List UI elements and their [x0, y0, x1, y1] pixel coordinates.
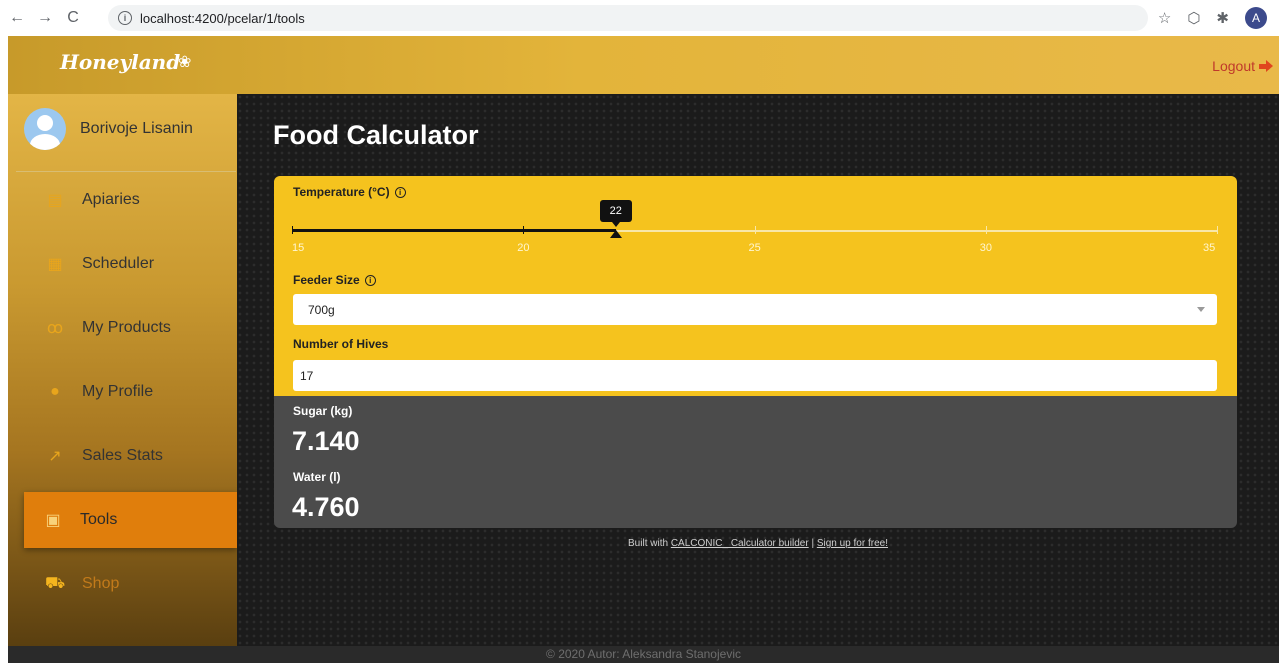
temperature-label: Temperature (°C) i: [293, 185, 406, 199]
feeder-size-label: Feeder Size i: [293, 273, 376, 287]
water-label: Water (l): [293, 470, 341, 484]
logout-icon: [1259, 60, 1273, 72]
slider-tick: [754, 226, 756, 234]
hives-input[interactable]: [293, 360, 1217, 391]
profile-avatar[interactable]: A: [1245, 7, 1267, 29]
info-icon[interactable]: i: [364, 274, 376, 286]
food-calculator: Temperature (°C) i 15 20 25 30 35 22 Fee…: [274, 176, 1237, 528]
slider-thumb[interactable]: [609, 230, 622, 238]
sidebar-item-label: Scheduler: [82, 255, 155, 272]
hive-icon: ▤: [47, 192, 63, 209]
person-icon: ●: [50, 383, 60, 400]
bee-icon: ❀: [178, 54, 192, 71]
sidebar: Borivoje Lisanin ▤ Apiaries ▦ Scheduler …: [8, 94, 237, 646]
slider-tick-label: 20: [517, 242, 530, 254]
hives-label: Number of Hives: [293, 337, 388, 351]
slider-tick: [523, 226, 525, 234]
slider-tick-label: 30: [979, 242, 992, 254]
user-profile: Borivoje Lisanin: [24, 108, 193, 150]
logout-button[interactable]: Logout: [1212, 58, 1273, 74]
reload-button[interactable]: C: [62, 7, 84, 29]
sidebar-item-tools[interactable]: ▣ Tools: [24, 492, 237, 548]
star-icon[interactable]: ☆: [1158, 9, 1171, 27]
extension-icon[interactable]: ⬡: [1187, 9, 1200, 27]
chart-icon: ↗: [48, 448, 62, 465]
credit-separator: |: [811, 538, 815, 549]
sidebar-item-label: My Profile: [82, 383, 154, 400]
sidebar-item-my-products[interactable]: ꝏ My Products: [8, 300, 237, 356]
temperature-label-text: Temperature (°C): [293, 185, 390, 199]
forward-button[interactable]: →: [34, 7, 56, 29]
calconic-link[interactable]: CALCONIC_ Calculator builder: [671, 538, 809, 549]
credit-prefix: Built with: [628, 538, 669, 549]
sidebar-item-label: Tools: [80, 511, 118, 528]
calconic-credit: Built with CALCONIC_ Calculator builder …: [237, 538, 1279, 549]
calculator-inputs: Temperature (°C) i 15 20 25 30 35 22 Fee…: [274, 176, 1237, 396]
sugar-label: Sugar (kg): [293, 404, 353, 418]
products-icon: ꝏ: [46, 320, 64, 337]
footer: © 2020 Autor: Aleksandra Stanojevic: [8, 646, 1279, 663]
slider-tick-label: 35: [1203, 242, 1216, 254]
sidebar-item-my-profile[interactable]: ● My Profile: [8, 364, 237, 420]
chevron-down-icon: [1197, 307, 1205, 312]
feeder-size-value: 700g: [308, 302, 335, 317]
browser-toolbar: ← → C i localhost:4200/pcelar/1/tools ☆ …: [0, 0, 1279, 36]
slider-tick: [1217, 226, 1218, 234]
sugar-value: 7.140: [292, 426, 360, 456]
browser-icons: ☆ ⬡ ✱ A: [1158, 7, 1267, 29]
cart-icon: ⛟: [44, 575, 66, 592]
slider-tick: [985, 226, 987, 234]
puzzle-icon[interactable]: ✱: [1216, 9, 1229, 27]
window-edge: [0, 36, 8, 663]
app-header: Honeyland ❀ Logout: [8, 36, 1279, 94]
sidebar-item-label: Sales Stats: [82, 447, 163, 464]
main-content: Food Calculator Temperature (°C) i 15 20…: [237, 94, 1279, 646]
calculator-icon: ▣: [45, 512, 61, 529]
slider-tick-label: 15: [292, 242, 305, 254]
sidebar-item-label: My Products: [82, 319, 171, 336]
info-icon[interactable]: i: [394, 186, 406, 198]
address-bar[interactable]: i localhost:4200/pcelar/1/tools: [108, 5, 1148, 31]
feeder-size-select[interactable]: 700g: [293, 294, 1217, 325]
slider-fill: [292, 229, 616, 232]
back-button[interactable]: ←: [6, 7, 28, 29]
sidebar-item-label: Shop: [82, 575, 120, 592]
logout-label: Logout: [1212, 58, 1255, 74]
sidebar-item-apiaries[interactable]: ▤ Apiaries: [8, 172, 237, 228]
user-name: Borivoje Lisanin: [80, 120, 193, 137]
signup-link[interactable]: Sign up for free!: [817, 538, 888, 549]
slider-tick-label: 25: [748, 242, 761, 254]
hives-label-text: Number of Hives: [293, 337, 389, 351]
sidebar-item-scheduler[interactable]: ▦ Scheduler: [8, 236, 237, 292]
feeder-size-label-text: Feeder Size: [293, 273, 360, 287]
calculator-results: Sugar (kg) 7.140 Water (l) 4.760: [274, 396, 1237, 528]
info-icon[interactable]: i: [118, 11, 132, 25]
slider-value-bubble: 22: [599, 200, 632, 227]
page-title: Food Calculator: [273, 120, 479, 150]
sidebar-item-shop[interactable]: ⛟ Shop: [8, 556, 237, 612]
calendar-icon: ▦: [47, 256, 63, 273]
avatar: [24, 108, 66, 150]
url-text: localhost:4200/pcelar/1/tools: [140, 10, 305, 26]
sidebar-item-sales-stats[interactable]: ↗ Sales Stats: [8, 428, 237, 484]
slider-tick: [292, 226, 293, 234]
water-value: 4.760: [292, 492, 360, 522]
app-logo[interactable]: Honeyland: [60, 50, 180, 74]
sidebar-item-label: Apiaries: [82, 191, 140, 208]
